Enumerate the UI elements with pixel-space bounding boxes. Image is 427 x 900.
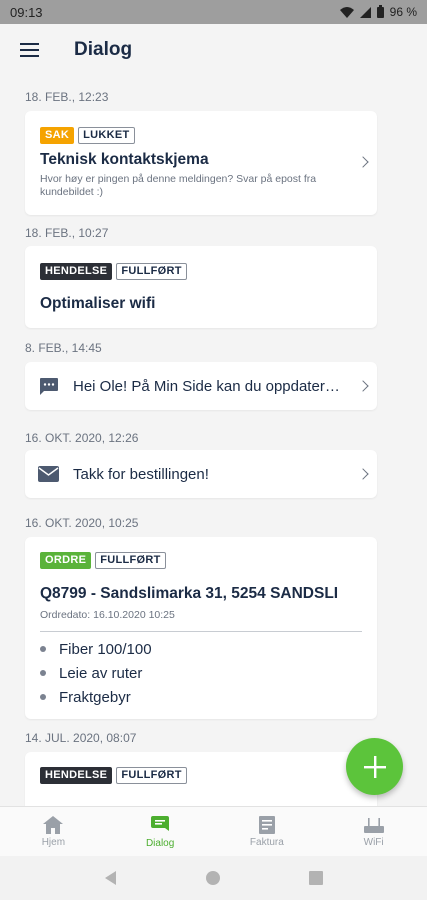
nav-item-dialog[interactable]: Dialog [107,807,214,856]
page-title: Dialog [74,39,133,60]
nav-label: WiFi [363,836,384,848]
tag-row: ORDRE FULLFØRT [40,550,170,569]
plus-icon [363,755,386,778]
status-badge-hendelse: HENDELSE [40,263,113,280]
feed-timestamp: 16. OKT. 2020, 10:25 [25,516,139,530]
status-badge-fullfort: FULLFØRT [116,767,187,784]
divider [40,631,362,632]
status-badge-ordre: ORDRE [40,552,92,569]
home-circle-icon[interactable] [206,871,221,885]
status-badge-lukket: LUKKET [78,127,135,144]
recents-icon[interactable] [308,871,323,885]
system-navigation [0,856,427,900]
menu-button[interactable] [0,24,58,76]
add-button[interactable] [346,738,403,795]
cell-signal-icon [359,6,371,18]
order-date: Ordredato: 16.10.2020 10:25 [40,609,175,621]
order-item-text: Fraktgebyr [59,688,131,706]
message-preview: Hei Ole! På Min Side kan du oppdater… [73,377,340,395]
router-icon [363,817,384,833]
feed-timestamp: 16. OKT. 2020, 12:26 [25,431,139,445]
hamburger-icon [19,43,39,57]
nav-item-wifi[interactable]: WiFi [320,807,427,856]
tag-row: HENDELSE FULLFØRT [40,261,191,280]
message-row: Hei Ole! På Min Side kan du oppdater… [25,362,377,410]
feed-card-event[interactable]: HENDELSE FULLFØRT Optimaliser wifi [25,246,377,328]
card-subtitle: Hvor høy er pingen på denne meldingen? S… [40,173,317,198]
home-icon [43,815,64,834]
order-title: Q8799 - Sandslimarka 31, 5254 SANDSLI [40,585,339,602]
nav-label: Dialog [145,837,175,849]
status-badge-hendelse: HENDELSE [40,767,113,784]
status-badge-fullfort: FULLFØRT [116,263,187,280]
list-item: Fraktgebyr [40,685,152,709]
order-item-text: Fiber 100/100 [59,640,152,658]
status-icons: 96 % [339,4,417,19]
feed-card-message[interactable]: Hei Ole! På Min Side kan du oppdater… [25,362,377,410]
message-row: Takk for bestillingen! [25,450,377,498]
bullet-icon [40,646,46,652]
message-preview: Takk for bestillingen! [73,465,209,483]
bullet-icon [40,694,46,700]
feed-timestamp: 14. JUL. 2020, 08:07 [25,731,137,745]
feed-timestamp: 18. FEB., 10:27 [25,226,109,240]
bottom-navigation: Hjem Dialog Faktura WiFi [0,806,427,856]
status-bar: 09:13 96 % [0,0,427,24]
feed-timestamp: 18. FEB., 12:23 [25,90,109,104]
dialog-feed[interactable]: 18. FEB., 12:23 SAK LUKKET Teknisk kontak… [0,76,427,806]
list-item: Fiber 100/100 [40,637,152,661]
battery-percent: 96 % [389,5,417,19]
tag-row: SAK LUKKET [40,125,139,144]
wifi-signal-icon [339,6,354,18]
order-item-text: Leie av ruter [59,664,143,682]
tag-row: HENDELSE FULLFØRT [40,765,191,784]
status-badge-sak: SAK [40,127,75,144]
feed-card-case[interactable]: SAK LUKKET Teknisk kontaktskjema Hvor høy… [25,111,377,215]
list-item: Leie av ruter [40,661,152,685]
order-items: Fiber 100/100 Leie av ruter Fraktgebyr [40,637,152,709]
card-title: Optimaliser wifi [40,295,156,312]
app-bar: Dialog [0,24,427,76]
battery-icon [376,4,384,18]
chat-icon [151,815,170,831]
feed-timestamp: 8. FEB., 14:45 [25,341,102,355]
envelope-icon [38,466,59,482]
invoice-icon [258,815,275,834]
status-time: 09:13 [10,4,43,20]
chevron-right-icon [357,156,369,168]
nav-label: Hjem [41,836,66,848]
feed-card-order[interactable]: ORDRE FULLFØRT Q8799 - Sandslimarka 31, 5… [25,537,377,719]
back-icon[interactable] [104,871,118,885]
status-badge-fullfort: FULLFØRT [95,552,166,569]
bullet-icon [40,670,46,676]
feed-card-email[interactable]: Takk for bestillingen! [25,450,377,498]
chat-bubble-icon [40,377,58,395]
nav-item-hjem[interactable]: Hjem [0,807,107,856]
card-title: Teknisk kontaktskjema [40,151,209,168]
feed-card-event[interactable]: HENDELSE FULLFØRT [25,752,377,806]
nav-item-faktura[interactable]: Faktura [214,807,321,856]
nav-label: Faktura [249,836,284,848]
